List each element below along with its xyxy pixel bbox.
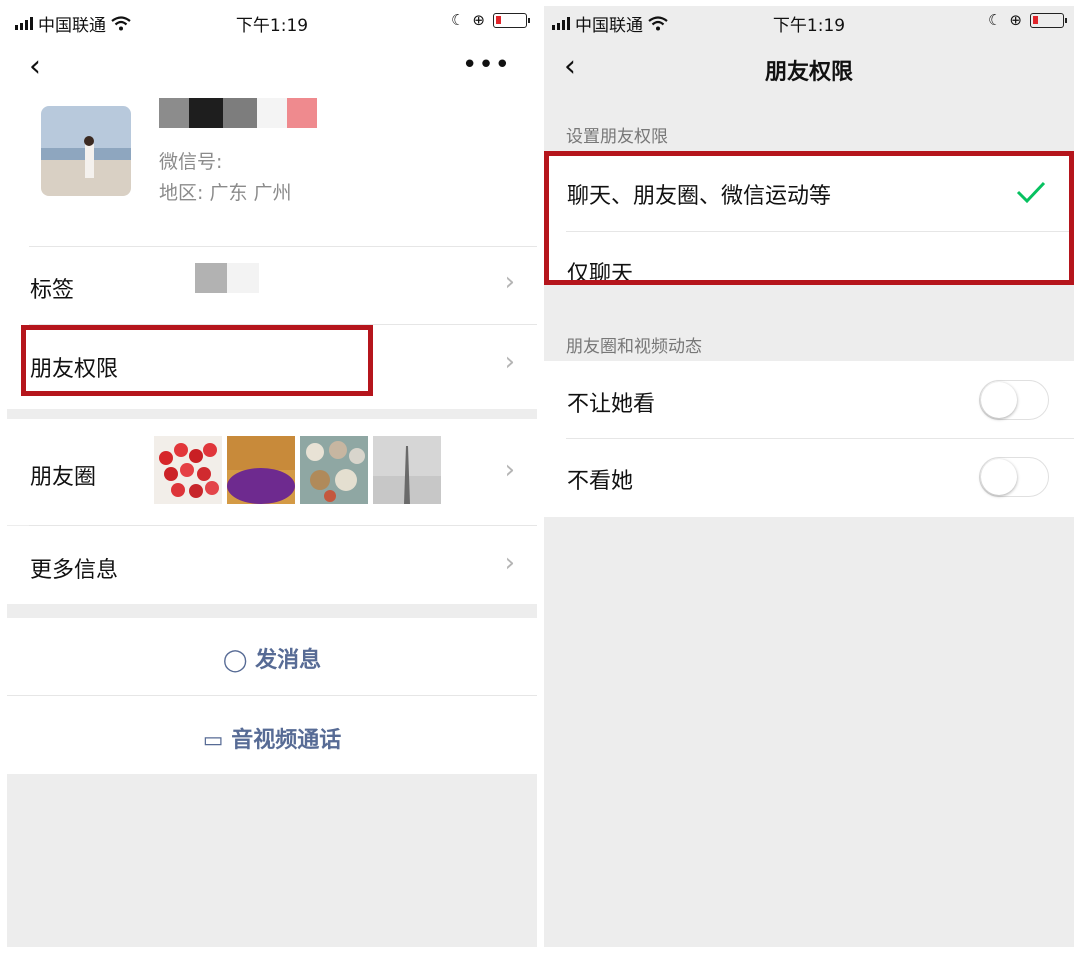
status-bar: 中国联通 下午1:19 ☾ ⊕ xyxy=(7,6,537,36)
wechat-id: 微信号: xyxy=(159,151,223,173)
battery-icon xyxy=(1030,12,1067,28)
send-message-label: 发消息 xyxy=(255,648,322,673)
chevron-right-icon: › xyxy=(504,347,515,377)
more-info-row[interactable]: 更多信息 › xyxy=(7,526,537,604)
hide-her-posts-toggle[interactable] xyxy=(979,457,1049,497)
nickname-redacted xyxy=(159,98,317,128)
highlight-box xyxy=(21,325,373,396)
moon-icon: ☾ xyxy=(450,11,465,29)
moments-thumbnail xyxy=(373,436,441,504)
video-call-button[interactable]: ▭ 音视频通话 xyxy=(7,696,537,774)
section-header-permissions: 设置朋友权限 xyxy=(566,127,668,147)
hide-her-posts-row: 不看她 xyxy=(544,439,1074,517)
moments-thumbnail xyxy=(154,436,222,504)
hide-my-posts-label: 不让她看 xyxy=(567,392,656,417)
rotation-lock-icon: ⊕ xyxy=(472,11,485,29)
hide-my-posts-toggle[interactable] xyxy=(979,380,1049,420)
tag-redacted xyxy=(195,263,227,293)
video-camera-icon: ▭ xyxy=(202,728,224,753)
permissions-screen: 中国联通 下午1:19 ☾ ⊕ ‹ 朋友权限 设置朋友权限 聊天、朋友圈、微信运… xyxy=(544,6,1074,947)
hide-my-posts-row: 不让她看 xyxy=(544,361,1074,439)
more-icon[interactable]: ••• xyxy=(462,50,511,80)
tags-label: 标签 xyxy=(30,278,75,303)
moments-thumbnail xyxy=(227,436,295,504)
more-info-label: 更多信息 xyxy=(30,558,119,583)
highlight-box xyxy=(544,151,1074,285)
tags-row[interactable]: 标签 › xyxy=(7,247,537,325)
moments-label: 朋友圈 xyxy=(30,465,97,490)
battery-icon xyxy=(493,12,530,28)
send-message-button[interactable]: ◯ 发消息 xyxy=(7,618,537,695)
moon-icon: ☾ xyxy=(987,11,1002,29)
back-icon[interactable]: ‹ xyxy=(29,52,41,82)
avatar[interactable] xyxy=(41,106,131,196)
tag-redacted xyxy=(227,263,259,293)
moments-thumbnail xyxy=(300,436,368,504)
hide-her-posts-label: 不看她 xyxy=(567,469,634,494)
chevron-right-icon: › xyxy=(504,455,515,485)
rotation-lock-icon: ⊕ xyxy=(1009,11,1022,29)
video-call-label: 音视频通话 xyxy=(231,728,342,753)
section-header-moments: 朋友圈和视频动态 xyxy=(566,337,702,357)
chat-bubble-icon: ◯ xyxy=(222,648,248,673)
status-bar: 中国联通 下午1:19 ☾ ⊕ xyxy=(544,6,1074,36)
chevron-right-icon: › xyxy=(504,267,515,297)
profile-screen: 中国联通 下午1:19 ☾ ⊕ ‹ ••• 微信号: 地区: 广东 广州 标签 xyxy=(7,6,537,947)
page-title: 朋友权限 xyxy=(764,60,853,85)
region: 地区: 广东 广州 xyxy=(159,182,292,204)
chevron-right-icon: › xyxy=(504,548,515,578)
